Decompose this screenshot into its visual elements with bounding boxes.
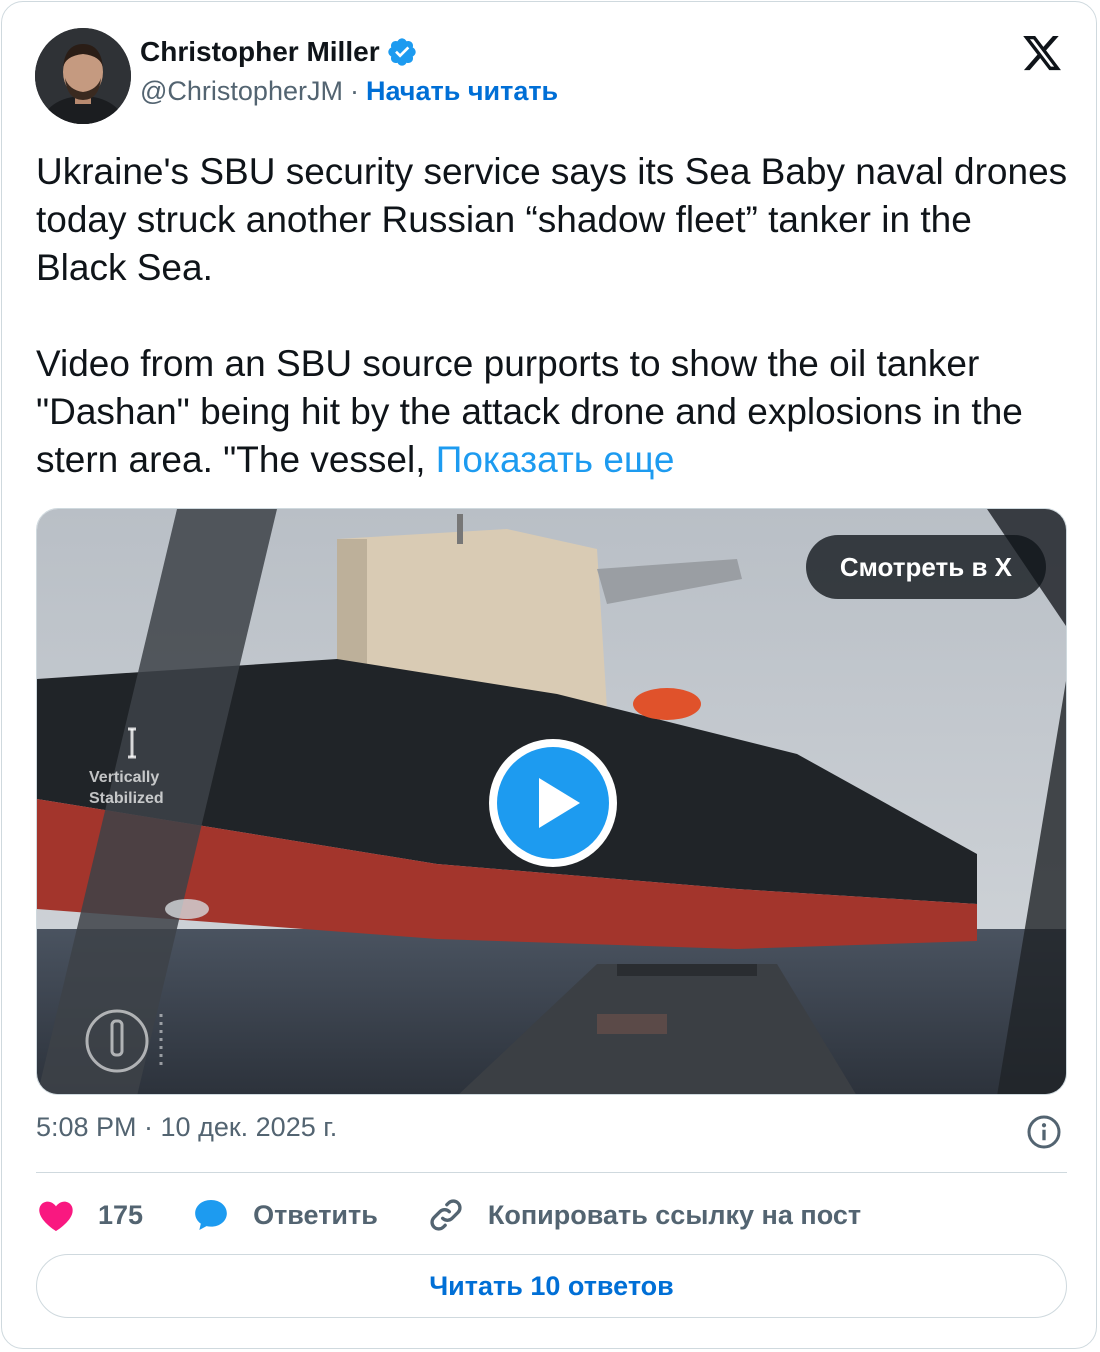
video-overlay-label: Vertically Stabilized xyxy=(89,767,164,809)
copy-link-button[interactable]: Копировать ссылку на пост xyxy=(426,1195,861,1235)
x-logo-icon[interactable] xyxy=(1020,32,1064,74)
reply-label: Ответить xyxy=(253,1199,378,1230)
verified-badge-icon xyxy=(387,38,416,66)
tweet-timestamp[interactable]: 5:08 PM · 10 дек. 2025 г. xyxy=(36,1112,337,1143)
info-icon[interactable] xyxy=(1026,1114,1062,1150)
tweet-card: Christopher Miller @ChristopherJM · Нача… xyxy=(1,1,1097,1349)
tweet-text: Ukraine's SBU security service says its … xyxy=(36,148,1071,484)
avatar[interactable] xyxy=(35,28,131,124)
copy-link-label: Копировать ссылку на пост xyxy=(487,1199,862,1230)
tweet-paragraph-1: Ukraine's SBU security service says its … xyxy=(36,151,1068,288)
author-name-row: Christopher Miller xyxy=(140,36,418,68)
video-player[interactable]: Vertically Stabilized Смотреть в X xyxy=(36,508,1067,1095)
reply-bubble-icon xyxy=(195,1200,227,1230)
author-name[interactable]: Christopher Miller xyxy=(140,36,380,68)
read-replies-button[interactable]: Читать 10 ответов xyxy=(36,1254,1067,1318)
show-more-link[interactable]: Показать еще xyxy=(436,439,675,480)
heart-icon xyxy=(39,1201,73,1231)
vertical-arrow-icon xyxy=(128,727,136,759)
watch-on-x-button[interactable]: Смотреть в X xyxy=(805,535,1046,599)
play-icon[interactable] xyxy=(486,736,620,870)
action-bar: 175 Ответить Копировать ссылку на пост xyxy=(36,1192,909,1238)
overlay-label-line-2: Stabilized xyxy=(89,790,164,807)
tweet-paragraph-2: Video from an SBU source purports to sho… xyxy=(36,340,1071,484)
separator-dot: · xyxy=(349,76,359,106)
like-count: 175 xyxy=(98,1199,144,1230)
author-handle[interactable]: @ChristopherJM xyxy=(140,76,343,107)
overlay-label-line-1: Vertically xyxy=(89,769,160,786)
reply-button[interactable]: Ответить xyxy=(191,1195,378,1235)
follow-link[interactable]: Начать читать xyxy=(366,76,558,107)
handle-row: @ChristopherJM · Начать читать xyxy=(140,76,558,107)
like-button[interactable]: 175 xyxy=(36,1195,143,1235)
divider xyxy=(36,1172,1067,1173)
link-icon xyxy=(430,1199,462,1231)
